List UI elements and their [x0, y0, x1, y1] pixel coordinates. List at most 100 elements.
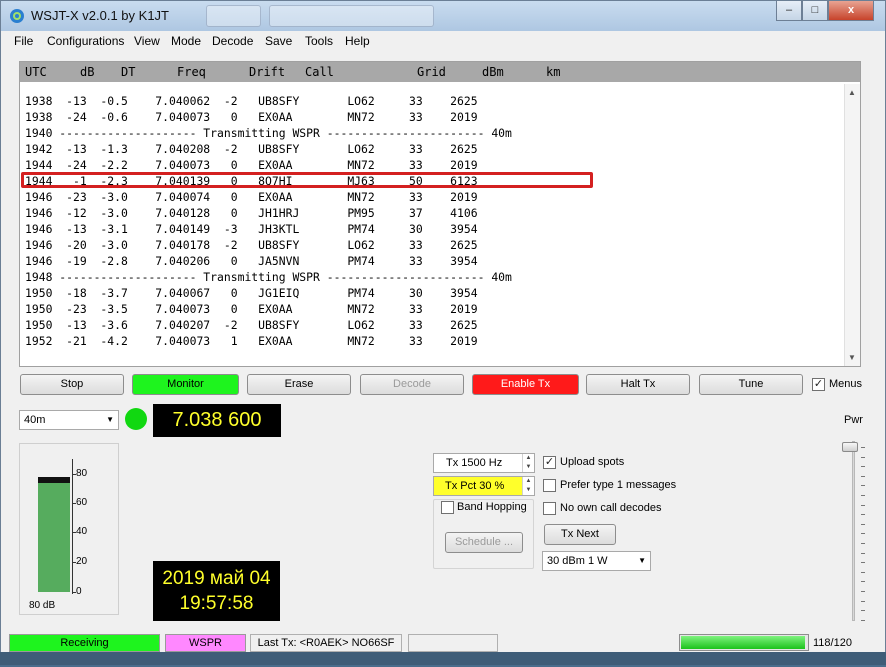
- power-slider-tick: [861, 571, 865, 573]
- vertical-scrollbar[interactable]: ▲ ▼: [844, 84, 860, 366]
- tx-pct-spinbox[interactable]: Tx Pct 30 % ▲ ▼: [433, 476, 535, 496]
- meter-tick-label: 0: [76, 586, 82, 597]
- decode-row: 1946 -13 -3.1 7.040149 -3 JH3KTL PM74 30…: [25, 222, 478, 236]
- clock-date: 2019 май 04: [162, 568, 271, 589]
- schedule-button[interactable]: Schedule ...: [445, 532, 523, 553]
- tx-frequency-spinbox[interactable]: Tx 1500 Hz ▲ ▼: [433, 453, 535, 473]
- stop-button[interactable]: Stop: [20, 374, 124, 395]
- menu-help[interactable]: Help: [345, 34, 370, 48]
- title-bar: WSJT-X v2.0.1 by K1JT – □ x: [1, 1, 885, 31]
- col-utc: UTC: [25, 65, 47, 79]
- power-slider-tick: [861, 466, 865, 468]
- power-slider-track[interactable]: [852, 441, 855, 621]
- band-select[interactable]: 40m ▼: [19, 410, 119, 430]
- decode-row: 1940 -------------------- Transmitting W…: [25, 126, 512, 140]
- scroll-down-icon[interactable]: ▼: [848, 353, 856, 362]
- decode-row: 1950 -13 -3.6 7.040207 -2 UB8SFY LO62 33…: [25, 318, 478, 332]
- power-slider-tick: [861, 523, 865, 525]
- menu-file[interactable]: File: [14, 34, 33, 48]
- progress-fill: [681, 636, 805, 649]
- scroll-up-icon[interactable]: ▲: [848, 88, 856, 97]
- col-grid: Grid: [417, 65, 446, 79]
- upload-spots-checkbox[interactable]: ✓: [543, 456, 556, 469]
- power-slider-tick: [861, 591, 865, 592]
- decoded-messages-panel[interactable]: UTC dB DT Freq Drift Call Grid dBm km 19…: [19, 61, 861, 367]
- power-slider-tick: [861, 447, 865, 448]
- monitor-button[interactable]: Monitor: [132, 374, 239, 395]
- background-window-tab: [269, 5, 434, 27]
- menu-view[interactable]: View: [134, 34, 160, 48]
- halt-tx-button[interactable]: Halt Tx: [586, 374, 690, 395]
- rx-status-led: [125, 408, 147, 430]
- maximize-button[interactable]: □: [802, 1, 828, 21]
- decode-row: 1938 -24 -0.6 7.040073 0 EX0AA MN72 33 2…: [25, 110, 478, 124]
- power-slider-tick: [861, 581, 865, 583]
- decode-lines: 1938 -13 -0.5 7.040062 -2 UB8SFY LO62 33…: [25, 93, 512, 349]
- decode-row: 1946 -20 -3.0 7.040178 -2 UB8SFY LO62 33…: [25, 238, 478, 252]
- tune-button[interactable]: Tune: [699, 374, 803, 395]
- no-own-call-label: No own call decodes: [560, 502, 662, 514]
- meter-tick-label: 40: [76, 526, 88, 537]
- col-km: km: [546, 65, 561, 79]
- spin-arrows-icon[interactable]: ▲ ▼: [522, 477, 534, 495]
- enable-tx-button[interactable]: Enable Tx: [472, 374, 579, 395]
- decode-row: 1946 -12 -3.0 7.040128 0 JH1HRJ PM95 37 …: [25, 206, 478, 220]
- utc-clock: 2019 май 04 19:57:58: [153, 561, 280, 621]
- desktop-background: [0, 652, 886, 665]
- tx-next-button[interactable]: Tx Next: [544, 524, 616, 545]
- tx-pct-value: Tx Pct 30 %: [445, 480, 505, 492]
- col-drift: Drift: [249, 65, 286, 79]
- prefer-type1-label: Prefer type 1 messages: [560, 479, 677, 491]
- menu-tools[interactable]: Tools: [305, 34, 333, 48]
- prefer-type1-checkbox[interactable]: [543, 479, 556, 492]
- status-field-empty: [408, 634, 498, 652]
- band-hopping-checkbox[interactable]: [441, 501, 454, 514]
- menu-save[interactable]: Save: [265, 34, 292, 48]
- background-window-tab: [206, 5, 261, 27]
- clock-time: 19:57:58: [179, 593, 254, 614]
- menu-decode[interactable]: Decode: [212, 34, 253, 48]
- menus-label: Menus: [829, 378, 863, 390]
- chevron-down-icon: ▼: [106, 415, 114, 424]
- minimize-button[interactable]: –: [776, 1, 802, 21]
- meter-tick-label: 20: [76, 556, 88, 567]
- decode-row: 1950 -18 -3.7 7.040067 0 JG1EIQ PM74 30 …: [25, 286, 478, 300]
- tx-frequency-value: Tx 1500 Hz: [446, 457, 503, 469]
- mode-status: WSPR: [165, 634, 246, 652]
- power-slider-tick: [861, 475, 865, 477]
- power-slider-tick: [861, 619, 865, 621]
- meter-db-readout: 80 dB: [29, 600, 56, 611]
- band-value: 40m: [24, 414, 46, 426]
- menu-configurations[interactable]: Configurations: [47, 34, 124, 48]
- decode-button[interactable]: Decode: [360, 374, 464, 395]
- dial-frequency-display: 7.038 600: [153, 404, 281, 437]
- erase-button[interactable]: Erase: [247, 374, 351, 395]
- menus-checkbox[interactable]: ✓: [812, 378, 825, 391]
- power-slider-tick: [861, 504, 865, 506]
- column-header: UTC dB DT Freq Drift Call Grid dBm km: [20, 62, 860, 82]
- meter-tick-label: 60: [76, 497, 88, 508]
- progress-count: 118/120: [813, 637, 852, 649]
- col-db: dB: [80, 65, 95, 79]
- decode-row: 1946 -23 -3.0 7.040074 0 EX0AA MN72 33 2…: [25, 190, 478, 204]
- tr-period-progress: [679, 634, 809, 651]
- power-slider-tick: [861, 552, 865, 554]
- meter-axis: [72, 459, 73, 594]
- receiving-status: Receiving: [9, 634, 160, 652]
- decode-row: 1944 -24 -2.2 7.040073 0 EX0AA MN72 33 2…: [25, 158, 478, 172]
- power-slider-handle[interactable]: [842, 442, 858, 452]
- spin-arrows-icon[interactable]: ▲ ▼: [522, 454, 534, 472]
- close-button[interactable]: x: [828, 1, 874, 21]
- window-title: WSJT-X v2.0.1 by K1JT: [31, 8, 169, 23]
- col-freq: Freq: [177, 65, 206, 79]
- tx-power-select[interactable]: 30 dBm 1 W ▼: [542, 551, 651, 571]
- col-dt: DT: [121, 65, 136, 79]
- power-slider-tick: [861, 610, 865, 612]
- highlight-annotation: [21, 172, 593, 188]
- menu-mode[interactable]: Mode: [171, 34, 201, 48]
- no-own-call-checkbox[interactable]: [543, 502, 556, 515]
- signal-meter: 80 60 40 20 0 80 dB: [19, 443, 119, 615]
- upload-spots-label: Upload spots: [560, 456, 625, 468]
- last-tx-status: Last Tx: <R0AEK> NO66SF 30: [250, 634, 402, 665]
- wsjtx-window: WSJT-X v2.0.1 by K1JT – □ x File Configu…: [0, 0, 886, 665]
